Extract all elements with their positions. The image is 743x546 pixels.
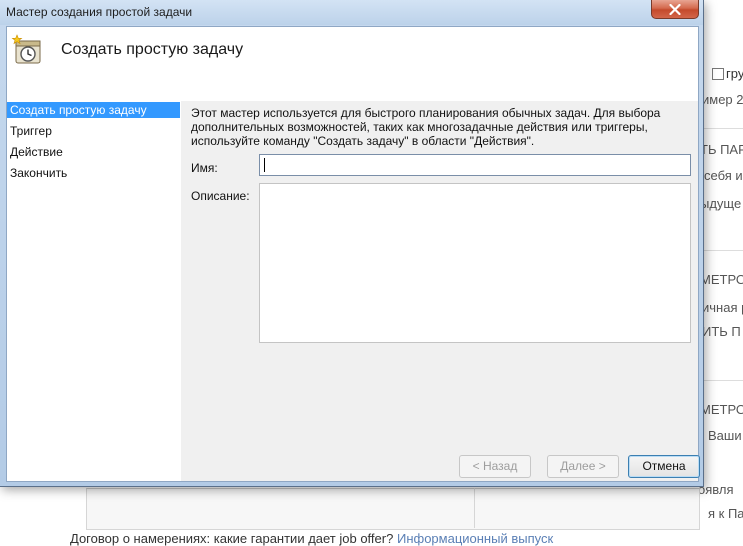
cancel-button[interactable]: Отмена bbox=[628, 455, 700, 478]
wizard-steps-sidebar: Создать простую задачу Триггер Действие … bbox=[7, 101, 180, 481]
description-textarea[interactable] bbox=[259, 183, 691, 343]
back-button[interactable]: < Назад bbox=[459, 455, 531, 478]
background-checkbox[interactable] bbox=[712, 68, 724, 80]
dialog-title: Мастер создания простой задачи bbox=[6, 5, 193, 19]
background-fragment: ичная р bbox=[702, 300, 743, 315]
background-fragment: я к Пав bbox=[708, 506, 743, 521]
wizard-button-bar: < Назад Далее > Отмена bbox=[181, 454, 700, 481]
background-bottom-link[interactable]: Информационный выпуск bbox=[397, 531, 553, 546]
background-fragment: МЕТРО bbox=[700, 402, 743, 417]
background-divider bbox=[700, 250, 743, 251]
background-bottom-line: Договор о намерениях: какие гарантии дае… bbox=[70, 531, 553, 546]
name-label: Имя: bbox=[191, 161, 218, 175]
wizard-step-trigger[interactable]: Триггер bbox=[7, 123, 180, 139]
background-panel bbox=[86, 488, 700, 530]
background-divider bbox=[700, 380, 743, 381]
close-button[interactable] bbox=[651, 0, 699, 19]
name-input[interactable] bbox=[259, 154, 691, 176]
wizard-header: Создать простую задачу bbox=[7, 27, 698, 100]
background-divider bbox=[700, 128, 743, 129]
wizard-description: Этот мастер используется для быстрого пл… bbox=[191, 106, 661, 148]
background-fragment: ыдуще bbox=[700, 196, 742, 211]
background-fragment: ТЬ ПАР bbox=[700, 142, 743, 157]
background-fragment: Ваши bbox=[708, 428, 742, 443]
wizard-step-create-task[interactable]: Создать простую задачу bbox=[7, 102, 180, 118]
background-fragment: МЕТРО bbox=[700, 272, 743, 287]
wizard-header-title: Создать простую задачу bbox=[61, 41, 244, 58]
dialog-titlebar[interactable]: Мастер создания простой задачи bbox=[0, 0, 703, 25]
wizard-content-panel: Этот мастер используется для быстрого пл… bbox=[181, 101, 698, 454]
background-panel-divider bbox=[474, 488, 475, 528]
next-button[interactable]: Далее > bbox=[547, 455, 619, 478]
background-fragment: имер 2 bbox=[702, 92, 743, 107]
wizard-step-finish[interactable]: Закончить bbox=[7, 165, 180, 181]
task-wizard-dialog: Мастер создания простой задачи Создать п… bbox=[0, 0, 704, 487]
scheduled-task-clock-icon bbox=[11, 34, 41, 64]
description-label: Описание: bbox=[191, 189, 250, 203]
background-fragment: ИТЬ П bbox=[702, 324, 741, 339]
text-caret bbox=[264, 158, 265, 172]
background-checkbox-label: гру bbox=[726, 66, 743, 81]
background-bottom-text[interactable]: Договор о намерениях: какие гарантии дае… bbox=[70, 531, 393, 546]
background-fragment: себя и bbox=[704, 168, 743, 183]
close-icon bbox=[669, 3, 681, 15]
wizard-step-action[interactable]: Действие bbox=[7, 144, 180, 160]
dialog-client-area: Создать простую задачу Создать простую з… bbox=[6, 26, 700, 482]
